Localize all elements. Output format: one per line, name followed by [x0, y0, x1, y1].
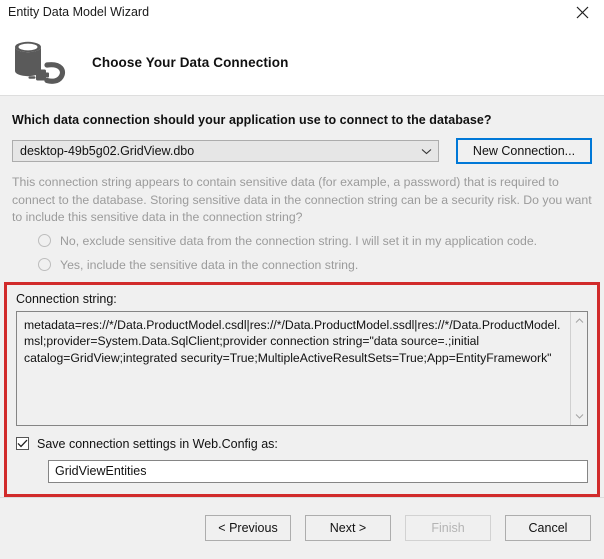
previous-button[interactable]: < Previous: [205, 515, 291, 541]
wizard-body: Which data connection should your applic…: [0, 96, 604, 497]
page-title: Choose Your Data Connection: [92, 55, 289, 70]
entity-name-input[interactable]: GridViewEntities: [48, 459, 588, 483]
close-icon[interactable]: [560, 0, 604, 24]
entity-name-value: GridViewEntities: [55, 464, 147, 478]
entity-data-model-wizard-window: Entity Data Model Wizard Choose Your Dat…: [0, 0, 604, 559]
radio-include-sensitive-data[interactable]: Yes, include the sensitive data in the c…: [38, 258, 592, 272]
radio-icon: [38, 234, 51, 247]
chevron-down-icon: [421, 148, 432, 155]
connection-string-scrollbar[interactable]: [570, 311, 587, 425]
database-plug-icon: [10, 37, 70, 89]
wizard-header: Choose Your Data Connection: [0, 30, 604, 96]
connection-string-value[interactable]: metadata=res://*/Data.ProductModel.csdl|…: [17, 312, 570, 425]
radio-exclude-label: No, exclude sensitive data from the conn…: [60, 233, 538, 248]
question-label: Which data connection should your applic…: [12, 113, 492, 127]
cancel-button[interactable]: Cancel: [505, 515, 591, 541]
connection-string-label: Connection string:: [16, 291, 117, 306]
connection-string-highlight-box: Connection string: metadata=res://*/Data…: [4, 281, 600, 497]
title-bar: Entity Data Model Wizard: [0, 0, 604, 30]
radio-exclude-sensitive-data[interactable]: No, exclude sensitive data from the conn…: [38, 234, 592, 248]
radio-icon: [38, 258, 51, 271]
radio-include-label: Yes, include the sensitive data in the c…: [60, 257, 359, 272]
save-connection-settings-checkbox[interactable]: Save connection settings in Web.Config a…: [16, 437, 588, 451]
sensitive-data-note: This connection string appears to contai…: [12, 175, 592, 224]
connection-string-textarea[interactable]: metadata=res://*/Data.ProductModel.csdl|…: [16, 310, 588, 426]
connection-selector-row: desktop-49b5g02.GridView.dbo New Connect…: [12, 138, 592, 164]
scroll-up-icon[interactable]: [571, 314, 587, 328]
checkbox-checked-icon: [16, 437, 29, 450]
data-connection-value: desktop-49b5g02.GridView.dbo: [20, 144, 195, 158]
new-connection-button[interactable]: New Connection...: [456, 138, 592, 164]
data-connection-dropdown[interactable]: desktop-49b5g02.GridView.dbo: [12, 140, 439, 162]
save-connection-settings-label: Save connection settings in Web.Config a…: [37, 436, 278, 451]
scroll-down-icon[interactable]: [571, 409, 587, 423]
finish-button: Finish: [405, 515, 491, 541]
window-title: Entity Data Model Wizard: [8, 5, 150, 19]
wizard-footer: < Previous Next > Finish Cancel: [0, 496, 604, 559]
next-button[interactable]: Next >: [305, 515, 391, 541]
